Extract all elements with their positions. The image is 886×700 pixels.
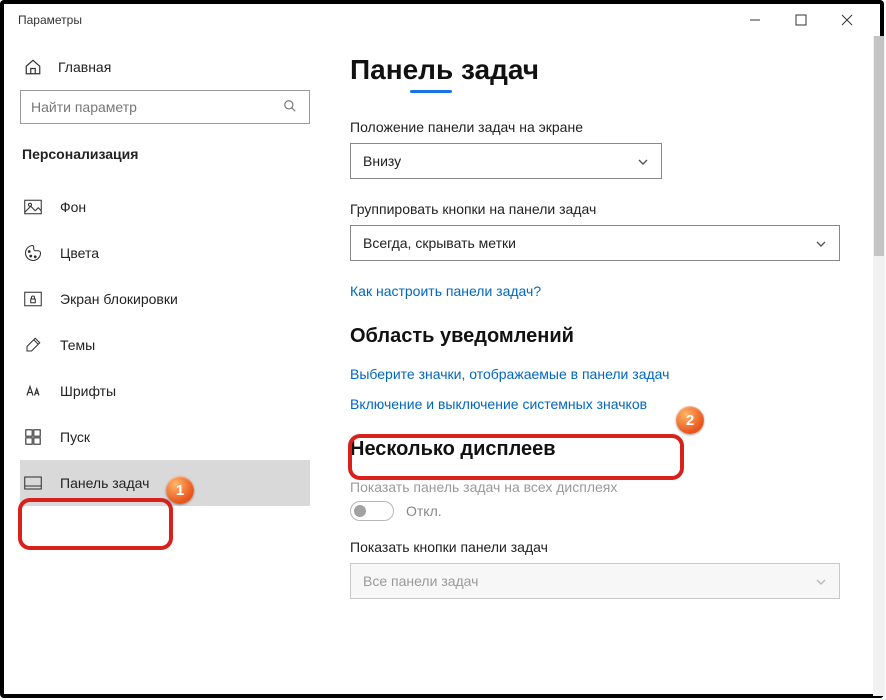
show-buttons-value: Все панели задач <box>363 573 478 589</box>
lockscreen-icon <box>24 290 42 308</box>
sidebar-item-label: Пуск <box>60 429 90 445</box>
system-icons-link[interactable]: Включение и выключение системных значков <box>350 396 856 412</box>
brush-icon <box>24 336 42 354</box>
group-select[interactable]: Всегда, скрывать метки <box>350 225 840 261</box>
home-link[interactable]: Главная <box>20 48 310 90</box>
close-button[interactable] <box>824 4 870 36</box>
show-buttons-select: Все панели задач <box>350 563 840 599</box>
show-buttons-label: Показать кнопки панели задач <box>350 539 856 555</box>
position-select[interactable]: Внизу <box>350 143 662 179</box>
sidebar-item-start[interactable]: Пуск <box>20 414 310 460</box>
chevron-down-icon <box>637 155 649 167</box>
sidebar-item-label: Темы <box>60 337 95 353</box>
notification-area-heading: Область уведомлений <box>350 325 856 348</box>
taskbar-icon <box>24 474 42 492</box>
multiple-displays-heading: Несколько дисплеев <box>350 438 856 461</box>
fonts-icon <box>24 382 42 400</box>
sidebar-item-fonts[interactable]: Шрифты <box>20 368 310 414</box>
position-label: Положение панели задач на экране <box>350 119 856 135</box>
group-label: Группировать кнопки на панели задач <box>350 201 856 217</box>
scrollbar-thumb[interactable] <box>874 36 880 256</box>
vertical-scrollbar[interactable] <box>873 36 880 694</box>
picture-icon <box>24 198 42 216</box>
group-value: Всегда, скрывать метки <box>363 235 516 251</box>
select-icons-link[interactable]: Выберите значки, отображаемые в панели з… <box>350 366 856 382</box>
show-on-all-toggle[interactable] <box>350 501 394 521</box>
main-content: Панель задач Положение панели задач на э… <box>326 36 880 694</box>
sidebar-item-label: Шрифты <box>60 383 116 399</box>
sidebar-item-label: Панель задач <box>60 475 149 491</box>
chevron-down-icon <box>815 575 827 587</box>
home-icon <box>24 58 42 76</box>
search-input[interactable]: Найти параметр <box>20 90 310 124</box>
sidebar-item-lockscreen[interactable]: Экран блокировки <box>20 276 310 322</box>
sidebar: Главная Найти параметр Персонализация Фо… <box>4 36 326 694</box>
chevron-down-icon <box>815 237 827 249</box>
toggle-state-label: Откл. <box>406 503 442 519</box>
sidebar-item-taskbar[interactable]: Панель задач <box>20 460 310 506</box>
titlebar: Параметры <box>4 4 880 36</box>
page-title: Панель задач <box>350 54 856 86</box>
sidebar-item-label: Экран блокировки <box>60 291 178 307</box>
palette-icon <box>24 244 42 262</box>
search-icon <box>283 99 299 115</box>
sidebar-item-themes[interactable]: Темы <box>20 322 310 368</box>
home-label: Главная <box>58 59 111 75</box>
sidebar-item-background[interactable]: Фон <box>20 184 310 230</box>
help-link[interactable]: Как настроить панели задач? <box>350 283 856 299</box>
show-on-all-label: Показать панель задач на всех дисплеях <box>350 479 856 495</box>
maximize-button[interactable] <box>778 4 824 36</box>
sidebar-item-label: Фон <box>60 199 86 215</box>
search-placeholder: Найти параметр <box>31 99 283 115</box>
sidebar-item-colors[interactable]: Цвета <box>20 230 310 276</box>
window-title: Параметры <box>14 13 732 27</box>
sidebar-item-label: Цвета <box>60 245 99 261</box>
accent-underline <box>410 90 452 93</box>
section-heading: Персонализация <box>20 146 310 162</box>
minimize-button[interactable] <box>732 4 778 36</box>
position-value: Внизу <box>363 153 401 169</box>
start-icon <box>24 428 42 446</box>
